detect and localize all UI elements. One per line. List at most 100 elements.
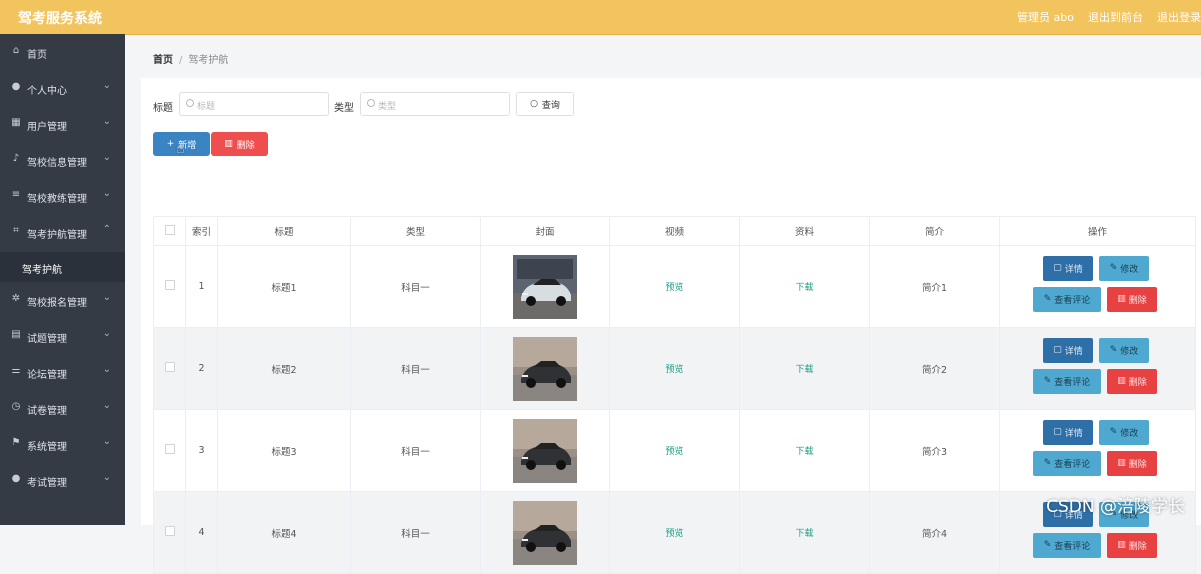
sidebar-item[interactable]: ● 个人中心 ⌄: [0, 72, 125, 108]
cell-index: 3: [185, 409, 218, 492]
trash-icon: ▥: [1117, 540, 1126, 550]
material-download-link[interactable]: 下载: [795, 283, 813, 293]
header-material: 资料: [739, 216, 870, 246]
view-comments-button[interactable]: ✎ 查看评论: [1033, 286, 1101, 312]
sidebar-item[interactable]: ✲ 驾校报名管理 ⌄: [0, 284, 125, 320]
view-comments-label: 查看评论: [1054, 377, 1091, 388]
cell-type: 科目一: [350, 245, 481, 328]
sidebar-item[interactable]: ⌂ 首页: [0, 36, 125, 72]
edit-button[interactable]: ✎ 修改: [1099, 337, 1149, 363]
view-comments-button[interactable]: ✎ 查看评论: [1033, 450, 1101, 476]
title-search-input[interactable]: 标题: [179, 92, 329, 116]
chevron-icon: ⌄: [102, 364, 111, 375]
material-download-link[interactable]: 下载: [795, 365, 813, 375]
sidebar-item[interactable]: ● 考试管理 ⌄: [0, 464, 125, 500]
home-icon: ⌂: [12, 45, 20, 56]
row-select-cell[interactable]: [153, 491, 186, 574]
sidebar-item[interactable]: ⚌ 论坛管理 ⌄: [0, 356, 125, 392]
sidebar-item[interactable]: ♪ 驾校信息管理 ⌄: [0, 144, 125, 180]
row-delete-button[interactable]: ▥ 删除: [1107, 532, 1157, 558]
video-preview-link[interactable]: 预览: [665, 529, 683, 539]
clock-icon: ◷: [11, 401, 21, 412]
cell-video: 预览: [609, 245, 740, 328]
app-title: 驾考服务系统: [18, 11, 102, 27]
table-row: 3 标题3 科目一 预览 下载 简介3 ▢ 详情 ✎ 修改 ✎ 查看评论 ▥ 删除: [153, 409, 1196, 492]
material-download-link[interactable]: 下载: [795, 529, 813, 539]
car-image: [513, 336, 577, 401]
chevron-icon: ⌄: [102, 436, 111, 447]
video-preview-link[interactable]: 预览: [665, 283, 683, 293]
header-intro: 简介: [869, 216, 1000, 246]
table-row: 2 标题2 科目一 预览 下载 简介2 ▢ 详情 ✎ 修改 ✎ 查看评论 ▥ 删除: [153, 327, 1196, 410]
cell-title: 标题2: [217, 327, 351, 410]
type-filter-label: 类型: [334, 103, 354, 114]
type-search-input[interactable]: 类型: [360, 92, 510, 116]
video-preview-link[interactable]: 预览: [665, 447, 683, 457]
row-checkbox[interactable]: [164, 362, 175, 372]
row-actions: ▢ 详情 ✎ 修改 ✎ 查看评论 ▥ 删除: [1033, 255, 1162, 318]
detail-button[interactable]: ▢ 详情: [1043, 255, 1093, 281]
main-area: 首页 / 驾考护航 标题 标题 类型 类型 ○ 查询 + 新增 ▥ 删除 索引 …: [125, 34, 1201, 574]
row-checkbox[interactable]: [164, 526, 175, 536]
row-delete-label: 删除: [1128, 295, 1147, 306]
sidebar-subitem-active[interactable]: 驾考护航: [0, 252, 125, 282]
row-delete-button[interactable]: ▥ 删除: [1107, 286, 1157, 312]
view-comments-button[interactable]: ✎ 查看评论: [1033, 368, 1101, 394]
data-table: 索引 标题 类型 封面 视频 资料 简介 操作 1 标题1 科目一 预览 下载 简介1 ▢ 详…: [153, 216, 1196, 574]
sidebar-item-label: 用户管理: [27, 122, 67, 133]
material-download-link[interactable]: 下载: [795, 447, 813, 457]
chevron-icon: ⌄: [102, 80, 111, 91]
row-select-cell[interactable]: [153, 327, 186, 410]
sidebar-item-label: 驾校报名管理: [27, 298, 87, 309]
row-delete-button[interactable]: ▥ 删除: [1107, 368, 1157, 394]
logout-link[interactable]: 退出登录: [1157, 9, 1201, 25]
car-image: [513, 254, 577, 319]
cell-intro: 简介1: [869, 245, 1000, 328]
detail-label: 详情: [1064, 346, 1083, 357]
search-icon: [367, 99, 375, 107]
sidebar-item[interactable]: ⌗ 驾考护航管理 ⌃: [0, 216, 125, 252]
batch-delete-label: 删除: [236, 140, 255, 151]
row-checkbox[interactable]: [164, 444, 175, 454]
view-comments-label: 查看评论: [1054, 541, 1091, 552]
table-row: 1 标题1 科目一 预览 下载 简介1 ▢ 详情 ✎ 修改 ✎ 查看评论 ▥ 删除: [153, 245, 1196, 328]
edit-button[interactable]: ✎ 修改: [1099, 419, 1149, 445]
row-delete-button[interactable]: ▥ 删除: [1107, 450, 1157, 476]
detail-label: 详情: [1064, 264, 1083, 275]
detail-icon: ▢: [1053, 427, 1062, 437]
breadcrumb-separator: /: [179, 55, 183, 66]
detail-button[interactable]: ▢ 详情: [1043, 419, 1093, 445]
view-comments-button[interactable]: ✎ 查看评论: [1033, 532, 1101, 558]
video-preview-link[interactable]: 预览: [665, 365, 683, 375]
breadcrumb-home[interactable]: 首页: [153, 55, 173, 66]
sidebar-item[interactable]: ≡ 驾校教练管理 ⌄: [0, 180, 125, 216]
cell-type: 科目一: [350, 491, 481, 574]
row-select-cell[interactable]: [153, 409, 186, 492]
front-link[interactable]: 退出到前台: [1088, 9, 1143, 25]
edit-button[interactable]: ✎ 修改: [1099, 255, 1149, 281]
sidebar: ⌂ 首页 ● 个人中心 ⌄ ▦ 用户管理 ⌄ ♪ 驾校信息管理 ⌄ ≡ 驾校教练管理 ⌄ ⌗ 驾考护航管理 ⌃ ✲…: [0, 34, 125, 525]
cell-ops: ▢ 详情 ✎ 修改 ✎ 查看评论 ▥ 删除: [999, 327, 1196, 410]
sidebar-item[interactable]: ▤ 试题管理 ⌄: [0, 320, 125, 356]
select-all-checkbox[interactable]: [164, 224, 175, 235]
select-all-cell[interactable]: [153, 216, 186, 246]
sidebar-item[interactable]: ◷ 试卷管理 ⌄: [0, 392, 125, 428]
chevron-icon: ⌄: [102, 188, 111, 199]
search-icon: ○: [530, 99, 538, 109]
pencil-icon: ✎: [1109, 427, 1118, 437]
sidebar-item[interactable]: ▦ 用户管理 ⌄: [0, 108, 125, 144]
detail-button[interactable]: ▢ 详情: [1043, 337, 1093, 363]
detail-icon: ▢: [1053, 345, 1062, 355]
row-actions: ▢ 详情 ✎ 修改 ✎ 查看评论 ▥ 删除: [1033, 337, 1162, 400]
batch-delete-button[interactable]: ▥ 删除: [211, 132, 268, 156]
view-comments-label: 查看评论: [1054, 295, 1091, 306]
query-button[interactable]: ○ 查询: [516, 92, 574, 116]
plus-icon: +: [166, 139, 175, 149]
row-checkbox[interactable]: [164, 280, 175, 290]
cell-type: 科目一: [350, 409, 481, 492]
sidebar-item[interactable]: ⚑ 系统管理 ⌄: [0, 428, 125, 464]
row-select-cell[interactable]: [153, 245, 186, 328]
detail-label: 详情: [1064, 428, 1083, 439]
cell-cover: [480, 327, 610, 410]
row-delete-label: 删除: [1128, 541, 1147, 552]
